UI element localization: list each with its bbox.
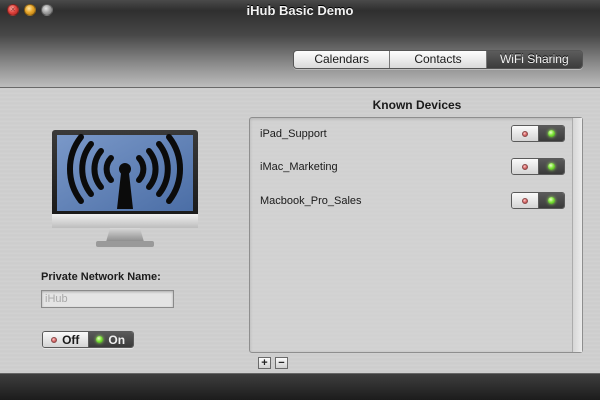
toolbar: × iHub Basic Demo Calendars Contacts WiF… [0, 0, 600, 88]
tab-calendars[interactable]: Calendars [294, 51, 391, 68]
device-toggle-on[interactable] [538, 126, 564, 141]
network-toggle-off[interactable]: Off [43, 332, 89, 347]
bottom-bar [0, 373, 600, 400]
led-on-icon [96, 336, 104, 343]
device-toggle[interactable] [511, 192, 565, 209]
device-toggle-off[interactable] [512, 126, 539, 141]
device-name: iPad_Support [260, 128, 327, 140]
led-on-icon [547, 197, 555, 204]
device-row: iMac_Marketing [260, 158, 566, 178]
network-toggle-on[interactable]: On [88, 332, 133, 347]
led-off-icon [51, 336, 58, 343]
monitor-stand [106, 228, 144, 242]
device-toggle[interactable] [511, 125, 565, 142]
device-toggle[interactable] [511, 158, 565, 175]
led-off-icon [521, 130, 528, 137]
device-toggle-on[interactable] [538, 193, 564, 208]
known-devices-title: Known Devices [372, 98, 462, 112]
private-network-label: Private Network Name: [41, 271, 161, 283]
tab-contacts[interactable]: Contacts [390, 51, 487, 68]
led-off-icon [521, 163, 528, 170]
remove-device-button[interactable]: − [275, 357, 288, 369]
monitor-chin [52, 214, 198, 228]
add-device-button[interactable]: + [258, 357, 271, 369]
led-on-icon [547, 130, 555, 137]
imac-wifi-icon [52, 130, 198, 247]
device-toggle-off[interactable] [512, 193, 539, 208]
known-devices-list: iPad_Support iMac_Marketing Macbook_Pro_… [249, 117, 583, 353]
led-on-icon [547, 163, 555, 170]
network-toggle-on-label: On [108, 332, 126, 347]
device-toggle-off[interactable] [512, 159, 539, 174]
device-name: iMac_Marketing [260, 161, 338, 173]
network-toggle[interactable]: Off On [42, 331, 134, 348]
window-title: iHub Basic Demo [246, 3, 354, 18]
device-row: iPad_Support [260, 125, 566, 145]
network-toggle-off-label: Off [62, 332, 80, 347]
device-row: Macbook_Pro_Sales [260, 192, 566, 212]
monitor-base [96, 241, 154, 247]
app-window: × iHub Basic Demo Calendars Contacts WiF… [0, 0, 600, 400]
view-tabs: Calendars Contacts WiFi Sharing [293, 50, 583, 69]
device-name: Macbook_Pro_Sales [260, 195, 362, 207]
led-off-icon [521, 197, 528, 204]
private-network-name-input[interactable] [41, 290, 174, 308]
tab-wifi-sharing[interactable]: WiFi Sharing [486, 51, 582, 68]
list-scrollbar[interactable] [572, 118, 582, 352]
device-toggle-on[interactable] [538, 159, 564, 174]
